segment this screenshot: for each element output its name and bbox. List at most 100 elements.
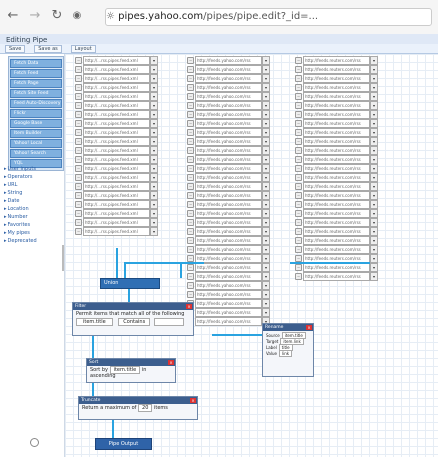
feed-url-input[interactable]: http://...rss.pipes.feed.xml (83, 110, 150, 119)
row-dropdown-icon[interactable]: ▾ (370, 137, 378, 146)
feed-url-input[interactable]: http://feeds.reuters.com/rss (303, 155, 370, 164)
remove-row-icon[interactable]: − (295, 255, 302, 262)
row-dropdown-icon[interactable]: ▾ (370, 236, 378, 245)
feed-url-input[interactable]: http://feeds.reuters.com/rss (303, 227, 370, 236)
remove-row-icon[interactable]: − (75, 165, 82, 172)
close-icon[interactable]: × (306, 325, 312, 330)
remove-row-icon[interactable]: − (75, 192, 82, 199)
remove-row-icon[interactable]: − (75, 84, 82, 91)
truncate-module-header[interactable]: Truncate × (79, 397, 197, 404)
row-dropdown-icon[interactable]: ▾ (150, 227, 158, 236)
feed-url-input[interactable]: http://feeds.reuters.com/rss (303, 56, 370, 65)
feed-url-input[interactable]: http://...rss.pipes.feed.xml (83, 182, 150, 191)
feed-url-input[interactable]: http://...rss.pipes.feed.xml (83, 173, 150, 182)
feed-url-input[interactable]: http://feeds.reuters.com/rss (303, 146, 370, 155)
row-dropdown-icon[interactable]: ▾ (370, 101, 378, 110)
source-module-0[interactable]: Fetch Data (10, 59, 62, 68)
remove-row-icon[interactable]: − (187, 93, 194, 100)
feed-url-input[interactable]: http://feeds.yahoo.com/rss (195, 290, 262, 299)
feed-url-input[interactable]: http://feeds.yahoo.com/rss (195, 227, 262, 236)
row-dropdown-icon[interactable]: ▾ (262, 281, 270, 290)
row-dropdown-icon[interactable]: ▾ (370, 209, 378, 218)
category-6[interactable]: Number (4, 214, 28, 220)
remove-row-icon[interactable]: − (295, 129, 302, 136)
feed-url-input[interactable]: http://feeds.reuters.com/rss (303, 164, 370, 173)
row-dropdown-icon[interactable]: ▾ (370, 56, 378, 65)
feed-url-input[interactable]: http://feeds.yahoo.com/rss (195, 191, 262, 200)
remove-row-icon[interactable]: − (187, 201, 194, 208)
feed-url-input[interactable]: http://feeds.yahoo.com/rss (195, 317, 262, 326)
menu-layout[interactable]: Layout (70, 45, 96, 53)
remove-row-icon[interactable]: − (187, 75, 194, 82)
union-module[interactable]: Union (100, 278, 160, 289)
feed-url-input[interactable]: http://...rss.pipes.feed.xml (83, 65, 150, 74)
truncate-count[interactable]: 20 (138, 404, 153, 412)
remove-row-icon[interactable]: − (75, 147, 82, 154)
row-dropdown-icon[interactable]: ▾ (370, 263, 378, 272)
remove-row-icon[interactable]: − (295, 102, 302, 109)
row-dropdown-icon[interactable]: ▾ (262, 182, 270, 191)
address-bar[interactable]: ☼ pipes.yahoo.com/pipes/pipe.edit?_id=..… (105, 8, 432, 26)
row-dropdown-icon[interactable]: ▾ (150, 209, 158, 218)
remove-row-icon[interactable]: − (75, 57, 82, 64)
row-dropdown-icon[interactable]: ▾ (370, 128, 378, 137)
feed-url-input[interactable]: http://feeds.reuters.com/rss (303, 137, 370, 146)
row-dropdown-icon[interactable]: ▾ (150, 146, 158, 155)
source-module-6[interactable]: Google Base (10, 119, 62, 128)
remove-row-icon[interactable]: − (75, 156, 82, 163)
close-icon[interactable]: × (168, 360, 174, 365)
row-dropdown-icon[interactable]: ▾ (370, 218, 378, 227)
remove-row-icon[interactable]: − (295, 93, 302, 100)
remove-row-icon[interactable]: − (75, 66, 82, 73)
source-module-3[interactable]: Fetch Site Feed (10, 89, 62, 98)
feed-url-input[interactable]: http://feeds.yahoo.com/rss (195, 110, 262, 119)
row-dropdown-icon[interactable]: ▾ (370, 182, 378, 191)
row-dropdown-icon[interactable]: ▾ (262, 191, 270, 200)
row-dropdown-icon[interactable]: ▾ (150, 56, 158, 65)
feed-url-input[interactable]: http://feeds.yahoo.com/rss (195, 164, 262, 173)
row-dropdown-icon[interactable]: ▾ (150, 74, 158, 83)
feed-url-input[interactable]: http://feeds.reuters.com/rss (303, 128, 370, 137)
feed-url-input[interactable]: http://...rss.pipes.feed.xml (83, 128, 150, 137)
source-module-8[interactable]: Yahoo! Local (10, 139, 62, 148)
remove-row-icon[interactable]: − (187, 66, 194, 73)
filter-value-input[interactable] (154, 318, 185, 326)
remove-row-icon[interactable]: − (187, 120, 194, 127)
feed-url-input[interactable]: http://feeds.yahoo.com/rss (195, 146, 262, 155)
filter-permit[interactable]: Permit (76, 311, 92, 317)
row-dropdown-icon[interactable]: ▾ (262, 245, 270, 254)
menu-save[interactable]: Save (5, 45, 26, 53)
sort-module-header[interactable]: Sort × (87, 359, 175, 366)
feed-url-input[interactable]: http://feeds.reuters.com/rss (303, 83, 370, 92)
feed-url-input[interactable]: http://feeds.reuters.com/rss (303, 191, 370, 200)
feed-url-input[interactable]: http://feeds.reuters.com/rss (303, 110, 370, 119)
feed-url-input[interactable]: http://feeds.reuters.com/rss (303, 74, 370, 83)
remove-row-icon[interactable]: − (75, 75, 82, 82)
remove-row-icon[interactable]: − (187, 273, 194, 280)
feed-url-input[interactable]: http://feeds.reuters.com/rss (303, 272, 370, 281)
row-dropdown-icon[interactable]: ▾ (262, 164, 270, 173)
feed-url-input[interactable]: http://feeds.reuters.com/rss (303, 236, 370, 245)
reload-icon[interactable]: ↻ (50, 9, 64, 23)
row-dropdown-icon[interactable]: ▾ (150, 164, 158, 173)
row-dropdown-icon[interactable]: ▾ (370, 173, 378, 182)
row-dropdown-icon[interactable]: ▾ (262, 65, 270, 74)
feed-url-input[interactable]: http://...rss.pipes.feed.xml (83, 101, 150, 110)
remove-row-icon[interactable]: − (295, 66, 302, 73)
feed-url-input[interactable]: http://feeds.yahoo.com/rss (195, 299, 262, 308)
remove-row-icon[interactable]: − (187, 210, 194, 217)
row-dropdown-icon[interactable]: ▾ (370, 227, 378, 236)
feed-url-input[interactable]: http://...rss.pipes.feed.xml (83, 218, 150, 227)
feed-url-input[interactable]: http://feeds.yahoo.com/rss (195, 263, 262, 272)
remove-row-icon[interactable]: − (75, 138, 82, 145)
row-dropdown-icon[interactable]: ▾ (262, 290, 270, 299)
feed-url-input[interactable]: http://...rss.pipes.feed.xml (83, 209, 150, 218)
row-dropdown-icon[interactable]: ▾ (262, 92, 270, 101)
source-module-2[interactable]: Fetch Page (10, 79, 62, 88)
remove-row-icon[interactable]: − (187, 156, 194, 163)
remove-row-icon[interactable]: − (295, 219, 302, 226)
remove-row-icon[interactable]: − (75, 219, 82, 226)
row-dropdown-icon[interactable]: ▾ (262, 272, 270, 281)
feed-url-input[interactable]: http://feeds.reuters.com/rss (303, 92, 370, 101)
remove-row-icon[interactable]: − (295, 228, 302, 235)
